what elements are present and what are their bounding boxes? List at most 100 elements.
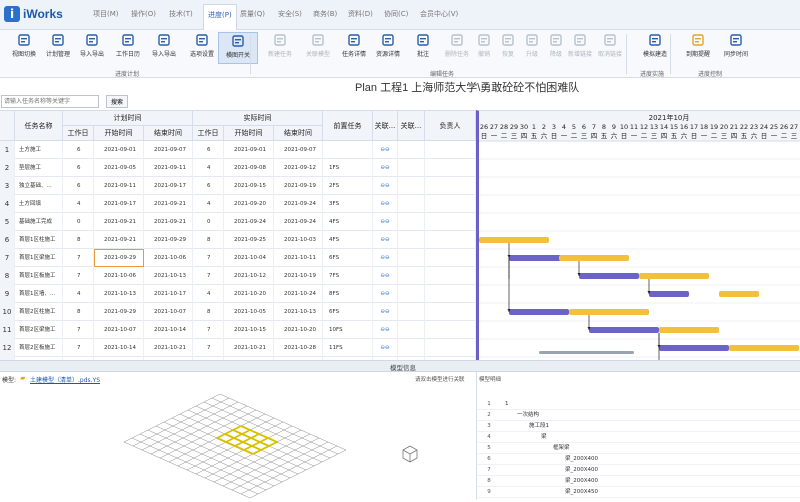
table-cell[interactable] (398, 195, 425, 213)
table-cell-pre[interactable]: 10FS (323, 321, 373, 339)
table-cell-ad[interactable]: 7 (193, 249, 224, 267)
table-cell-ps[interactable]: 2021-10-06 (94, 267, 144, 285)
table-cell-as[interactable]: 2021-10-04 (224, 249, 274, 267)
table-cell-pd[interactable]: 7 (63, 267, 94, 285)
table-cell-ad[interactable]: 0 (193, 213, 224, 231)
menu-item-6[interactable]: 商务(B) (313, 9, 337, 19)
table-cell-no[interactable]: 1 (0, 141, 15, 159)
table-cell[interactable] (425, 321, 476, 339)
tree-row[interactable]: 8 梁_200X400 (477, 476, 800, 487)
table-cell-ae[interactable]: 2021-09-12 (274, 159, 323, 177)
link-model-icon[interactable]: ⊖⊖ (373, 213, 398, 231)
table-cell-no[interactable]: 3 (0, 177, 15, 195)
toolbar-swap-button[interactable]: 导入导出 (144, 32, 184, 64)
table-cell-pd[interactable]: 4 (63, 285, 94, 303)
search-input[interactable] (1, 95, 99, 108)
table-cell-pd[interactable]: 8 (63, 303, 94, 321)
table-cell-name[interactable]: 土方施工 (15, 141, 63, 159)
table-cell-no[interactable]: 9 (0, 285, 15, 303)
table-cell-pd[interactable]: 6 (63, 159, 94, 177)
toolbar-new-task-button[interactable]: 新建任务 (260, 32, 300, 64)
link-model-icon[interactable]: ⊖⊖ (373, 141, 398, 159)
table-row[interactable]: 1 土方施工 6 2021-09-01 2021-09-07 6 2021-09-01 202… (0, 141, 476, 159)
table-row[interactable]: 12 首层2区板施工 7 2021-10-14 2021-10-21 7 2021-10-2… (0, 339, 476, 357)
table-cell[interactable] (398, 339, 425, 357)
table-cell-ae[interactable]: 2021-10-28 (274, 339, 323, 357)
table-cell-as[interactable]: 2021-10-12 (224, 267, 274, 285)
table-cell-ae[interactable]: 2021-09-07 (274, 141, 323, 159)
table-cell-pe[interactable]: 2021-09-17 (144, 177, 193, 195)
table-cell-ae[interactable]: 2021-09-19 (274, 177, 323, 195)
table-cell-name[interactable]: 首层2区柱施工 (15, 303, 63, 321)
table-cell-pd[interactable]: 4 (63, 195, 94, 213)
table-cell-no[interactable]: 10 (0, 303, 15, 321)
table-cell-ps[interactable]: 2021-10-13 (94, 285, 144, 303)
table-cell-as[interactable]: 2021-09-15 (224, 177, 274, 195)
table-cell-no[interactable]: 11 (0, 321, 15, 339)
table-cell-no[interactable]: 7 (0, 249, 15, 267)
menu-item-0[interactable]: 项目(M) (93, 9, 119, 19)
link-model-icon[interactable]: ⊖⊖ (373, 267, 398, 285)
table-cell-ad[interactable]: 4 (193, 159, 224, 177)
table-cell-pe[interactable]: 2021-09-29 (144, 231, 193, 249)
table-cell-pd[interactable]: 7 (63, 249, 94, 267)
table-cell-name[interactable]: 首层2区板施工 (15, 339, 63, 357)
table-cell-no[interactable]: 2 (0, 159, 15, 177)
table-cell-as[interactable]: 2021-09-01 (224, 141, 274, 159)
table-cell-pd[interactable]: 0 (63, 213, 94, 231)
table-cell-pe[interactable]: 2021-10-13 (144, 267, 193, 285)
table-cell-pe[interactable]: 2021-10-14 (144, 321, 193, 339)
actual-start-header[interactable]: 开始时间 (224, 126, 274, 141)
table-cell-as[interactable]: 2021-09-08 (224, 159, 274, 177)
table-cell[interactable] (398, 285, 425, 303)
table-row[interactable]: 6 首层1区柱施工 8 2021-09-21 2021-09-29 8 2021-09-25… (0, 231, 476, 249)
table-cell-name[interactable]: 首层1区墙、... (15, 285, 63, 303)
link-model-icon[interactable]: ⊖⊖ (373, 285, 398, 303)
table-cell-no[interactable]: 12 (0, 339, 15, 357)
table-cell-as[interactable]: 2021-10-05 (224, 303, 274, 321)
tree-row[interactable]: 7 梁_200X400 (477, 465, 800, 476)
table-cell-pe[interactable]: 2021-10-17 (144, 285, 193, 303)
table-cell-pd[interactable]: 8 (63, 231, 94, 249)
table-cell-ae[interactable]: 2021-10-11 (274, 249, 323, 267)
link-model-icon[interactable]: ⊖⊖ (373, 321, 398, 339)
table-cell-pe[interactable]: 2021-09-21 (144, 195, 193, 213)
plan-end-header[interactable]: 结束时间 (144, 126, 193, 141)
table-cell-ad[interactable]: 8 (193, 231, 224, 249)
model-file-link[interactable]: 土建模型（清单）.pds.YS (30, 375, 100, 384)
table-cell-no[interactable]: 4 (0, 195, 15, 213)
table-cell-pre[interactable]: 1FS (323, 159, 373, 177)
menu-item-2[interactable]: 技术(T) (169, 9, 193, 19)
table-cell-ad[interactable]: 6 (193, 177, 224, 195)
toolbar-calendar-button[interactable]: 工作日历 (108, 32, 148, 64)
tree-row[interactable]: 4梁 (477, 432, 800, 443)
tree-row[interactable]: 11 (477, 399, 800, 410)
table-row[interactable]: 10 首层2区柱施工 8 2021-09-29 2021-10-07 8 2021-10-0… (0, 303, 476, 321)
link-model-icon[interactable]: ⊖⊖ (373, 339, 398, 357)
table-cell-pre[interactable]: 11FS (323, 339, 373, 357)
table-cell-pd[interactable]: 7 (63, 339, 94, 357)
table-cell-pe[interactable]: 2021-09-11 (144, 159, 193, 177)
table-cell-pre[interactable]: 2FS (323, 177, 373, 195)
table-cell[interactable] (398, 141, 425, 159)
table-cell-as[interactable]: 2021-09-24 (224, 213, 274, 231)
table-cell-pd[interactable]: 6 (63, 141, 94, 159)
owner-header[interactable]: 负责人 (425, 111, 476, 141)
table-cell[interactable] (425, 231, 476, 249)
toolbar-reminder-button[interactable]: 到期提醒 (678, 32, 718, 64)
link-hint-tab[interactable]: 请双击模型进行关联 (415, 375, 465, 383)
table-cell-pre[interactable]: 4FS (323, 231, 373, 249)
table-cell[interactable] (425, 159, 476, 177)
table-cell[interactable] (398, 303, 425, 321)
table-cell-pre[interactable]: 8FS (323, 285, 373, 303)
tree-row[interactable]: 2 一次结构 (477, 410, 800, 421)
table-cell[interactable] (425, 303, 476, 321)
table-cell-name[interactable]: 首层2区梁施工 (15, 321, 63, 339)
table-cell-ae[interactable]: 2021-10-19 (274, 267, 323, 285)
table-row[interactable]: 4 土方回填 4 2021-09-17 2021-09-21 4 2021-09-20 202… (0, 195, 476, 213)
link-model-icon[interactable]: ⊖⊖ (373, 231, 398, 249)
table-cell[interactable] (398, 177, 425, 195)
plan-start-header[interactable]: 开始时间 (94, 126, 144, 141)
table-cell[interactable] (425, 213, 476, 231)
toolbar-import-export-button[interactable]: 导入导出 (72, 32, 112, 64)
